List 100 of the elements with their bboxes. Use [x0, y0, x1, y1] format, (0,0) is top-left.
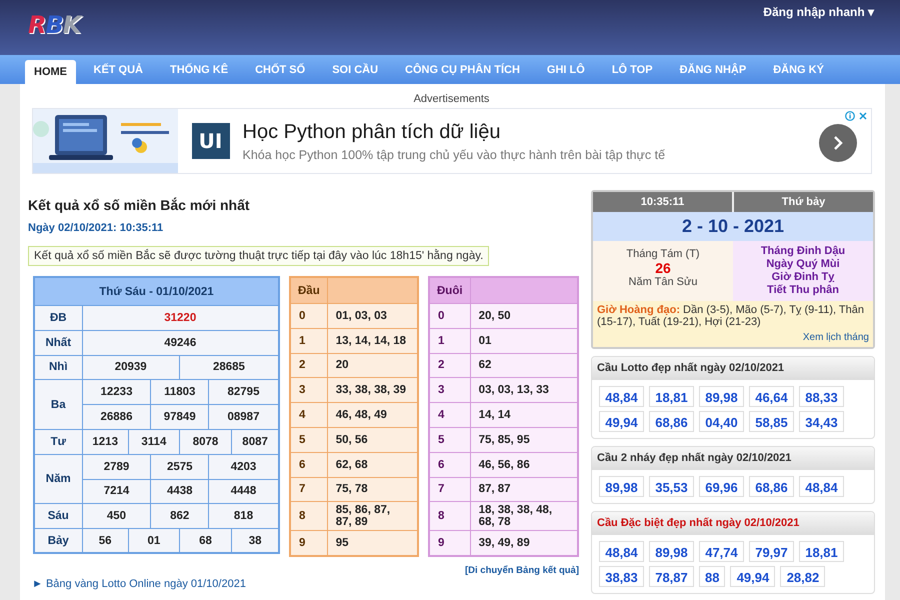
nav-tab[interactable]: THỐNG KÊ	[156, 55, 242, 84]
lotto-board-link[interactable]: ► Bảng vàng Lotto Online ngày 01/10/2021	[32, 578, 579, 590]
prize-number: 82795	[208, 380, 279, 405]
prize-label: Tư	[34, 429, 82, 454]
nav-tab[interactable]: HOME	[25, 60, 76, 84]
table-header: Đuôi	[429, 277, 470, 304]
digit-cell: 7	[429, 477, 470, 502]
info-icon[interactable]	[844, 111, 854, 121]
number-pair: 48,84	[799, 476, 844, 497]
calendar-date: 2 - 10 - 2021	[593, 212, 873, 241]
prize-number: 3114	[128, 429, 180, 454]
prize-number: 38	[232, 528, 279, 554]
next-button[interactable]	[818, 124, 856, 162]
digit-cell: 7	[290, 477, 328, 502]
number-pair: 34,43	[799, 411, 844, 432]
nav-tab[interactable]: SOI CẦU	[318, 55, 392, 84]
nav-tab[interactable]: CHỐT SỐ	[242, 55, 319, 84]
digit-cell: 1	[429, 328, 470, 354]
numbers-cell: 50, 56	[327, 427, 418, 452]
prize-label: Bảy	[34, 528, 82, 554]
number-pair: 89,98	[599, 476, 644, 497]
number-pair: 49,94	[730, 566, 776, 587]
nav-tab[interactable]: ĐĂNG KÝ	[760, 55, 838, 84]
number-pair: 68,86	[649, 411, 694, 432]
prize-number: 862	[150, 504, 208, 529]
prize-number: 01	[128, 528, 180, 554]
prize-number: 11803	[150, 380, 208, 405]
number-pair: 47,74	[699, 541, 744, 562]
prize-number: 818	[208, 504, 279, 529]
can-chi-line: Ngày Quý Mùi	[766, 258, 840, 271]
numbers-cell: 75, 85, 95	[470, 427, 578, 452]
number-pair: 18,81	[799, 541, 844, 562]
ad-caption: Advertisements	[414, 92, 490, 106]
number-pair: 89,98	[699, 386, 744, 407]
close-icon[interactable]	[858, 111, 868, 121]
ad-banner[interactable]: UI Học Python phân tích dữ liệu Khóa học Python 100% tập trung chủ yếu vào thực hành trên bài tập thực tế	[32, 108, 872, 174]
numbers-cell: 18, 38, 38, 48, 68, 78	[470, 502, 578, 531]
can-chi-line: Tháng Đinh Dậu	[760, 245, 846, 258]
login-menu[interactable]: Đăng nhập nhanh ▾	[763, 5, 874, 19]
prize-number: 08987	[208, 404, 279, 430]
table-header: Thứ Sáu - 01/10/2021	[34, 277, 279, 306]
numbers-cell: 01, 03, 03	[327, 304, 418, 328]
numbers-cell: 03, 03, 13, 33	[470, 378, 578, 403]
digit-cell: 4	[429, 402, 470, 428]
nav-tab[interactable]: GHI LÔ	[533, 55, 598, 84]
lunar-day: 26	[655, 260, 671, 276]
number-pair: 28,82	[780, 566, 826, 587]
digit-cell: 9	[290, 530, 328, 556]
numbers-cell: 62	[470, 353, 578, 378]
month-calendar-link[interactable]: Xem lịch tháng	[802, 332, 869, 344]
clock-time: 10:35:11	[640, 195, 686, 210]
number-pair: 48,84	[599, 386, 644, 407]
site-logo[interactable]: RBK	[28, 12, 80, 38]
prize-label: Nhì	[34, 355, 82, 380]
numbers-cell: 33, 38, 38, 39	[327, 378, 418, 403]
table-header: Đầu	[290, 277, 328, 304]
prize-number: 4203	[208, 454, 279, 480]
auspicious-hours: Giờ Hoàng đạo: Dần (3-5), Mão (5-7), Tỵ (9-11), Thân (15-17), Tuất (19-21), Hợi (21-23)	[597, 304, 865, 328]
prize-number: 4438	[150, 479, 208, 504]
move-table-link[interactable]: [Di chuyển Bảng kết quả]	[464, 564, 579, 576]
digit-cell: 1	[290, 328, 328, 354]
number-pair: 58,85	[749, 411, 794, 432]
prize-number: 1213	[82, 429, 128, 454]
number-pair: 35,53	[649, 476, 694, 497]
box-title: Cầu 2 nháy đẹp nhất ngày 02/10/2021	[592, 447, 874, 470]
numbers-cell: 39, 49, 89	[470, 530, 578, 556]
prize-number: 26886	[82, 404, 151, 430]
digit-cell: 2	[429, 353, 470, 378]
ad-logo: UI	[192, 123, 230, 159]
nav-tab[interactable]: KẾT QUẢ	[80, 55, 156, 84]
digit-cell: 5	[290, 427, 328, 452]
numbers-cell: 20	[327, 353, 418, 378]
digit-cell: 8	[429, 502, 470, 531]
prize-label: Ba	[34, 380, 82, 430]
can-chi-line: Giờ Đinh Tỵ	[772, 271, 834, 284]
prize-label: ĐB	[34, 306, 82, 330]
digit-cell: 6	[429, 452, 470, 478]
prize-number: 450	[82, 504, 151, 529]
digit-cell: 0	[429, 304, 470, 328]
numbers-cell: 46, 48, 49	[327, 402, 418, 428]
prize-number: 97849	[150, 404, 208, 430]
numbers-cell: 20, 50	[470, 304, 578, 328]
page-title: Kết quả xổ số miền Bắc mới nhất	[28, 196, 251, 214]
ad-subtitle: Khóa học Python 100% tập trung chủ yếu vào thực hành trên bài tập thực tế	[242, 148, 666, 162]
prize-number: 8078	[179, 429, 232, 454]
number-pair: 88,33	[799, 386, 844, 407]
digit-cell: 5	[429, 427, 470, 452]
prize-number: 49246	[82, 330, 279, 356]
nav-tab[interactable]: ĐĂNG NHẬP	[666, 55, 760, 84]
notice-text: Kết quả xổ số miền Bắc sẽ được tường thuật trực tiếp tại đây vào lúc 18h15' hằng ngày.	[28, 246, 490, 266]
numbers-cell: 01	[470, 328, 578, 354]
box-title: Cầu Đặc biệt đẹp nhất ngày 02/10/2021	[592, 512, 874, 535]
numbers-cell: 13, 14, 14, 18	[327, 328, 418, 354]
numbers-cell: 62, 68	[327, 452, 418, 478]
number-pair: 79,97	[749, 541, 794, 562]
digit-cell: 6	[290, 452, 328, 478]
nav-tab[interactable]: LÔ TOP	[598, 55, 666, 84]
nav-tab[interactable]: CÔNG CỤ PHÂN TÍCH	[392, 55, 534, 84]
number-pair: 78,87	[649, 566, 694, 587]
prize-number: 20939	[82, 355, 180, 380]
